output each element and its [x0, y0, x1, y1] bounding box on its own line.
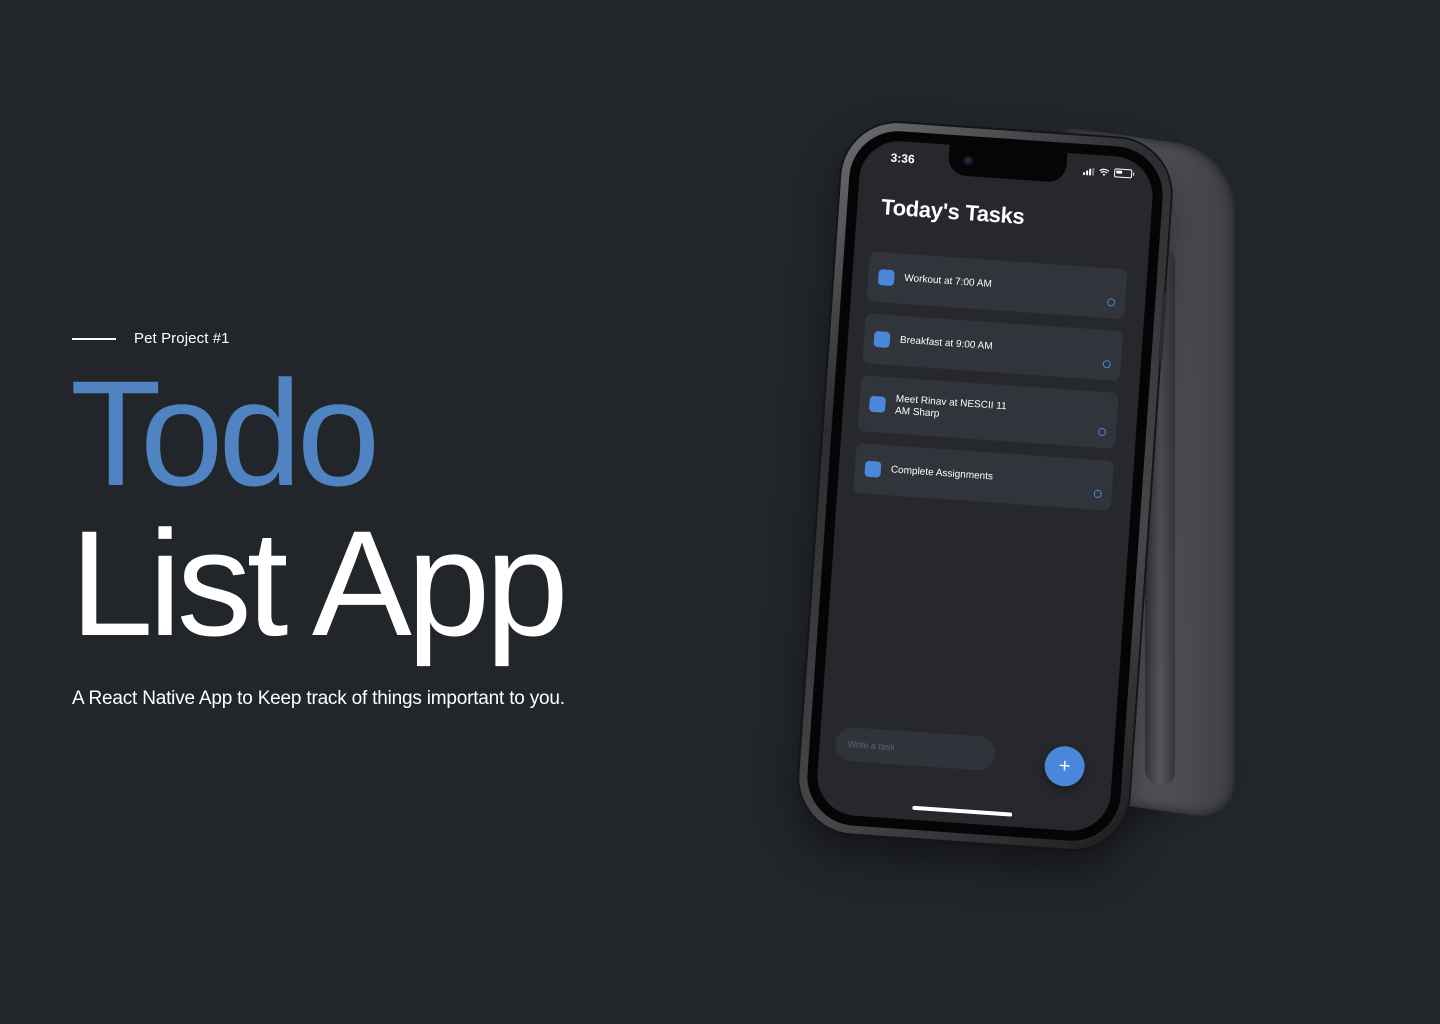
status-time: 3:36 — [890, 150, 916, 167]
phone-screen: 3:36 Today's Tasks Workout at 7:00 AM Br… — [814, 138, 1156, 834]
task-list: Workout at 7:00 AM Breakfast at 9:00 AM … — [853, 251, 1128, 511]
task-item[interactable]: Complete Assignments — [853, 442, 1115, 511]
phone-front: 3:36 Today's Tasks Workout at 7:00 AM Br… — [795, 119, 1175, 853]
task-item[interactable]: Breakfast at 9:00 AM — [862, 313, 1124, 382]
task-status-circle-icon[interactable] — [1102, 359, 1112, 369]
eyebrow: Pet Project #1 — [72, 330, 230, 347]
wifi-icon — [1099, 168, 1110, 176]
screen-title: Today's Tasks — [880, 194, 1026, 230]
task-status-circle-icon[interactable] — [1106, 298, 1116, 307]
task-checkbox[interactable] — [868, 395, 886, 413]
task-checkbox[interactable] — [877, 269, 895, 287]
hero-subtitle: A React Native App to Keep track of thin… — [72, 688, 565, 709]
hero-title: List App — [70, 499, 569, 667]
camera-icon — [962, 154, 975, 167]
status-icons — [1082, 166, 1133, 179]
phone-mockup: 3:36 Today's Tasks Workout at 7:00 AM Br… — [760, 105, 1280, 905]
task-status-circle-icon[interactable] — [1097, 427, 1107, 437]
task-status-circle-icon[interactable] — [1093, 489, 1102, 499]
signal-icon — [1082, 167, 1095, 176]
task-label: Complete Assignments — [890, 464, 994, 483]
hero-title-accent: Todo — [70, 349, 380, 517]
battery-icon — [1113, 168, 1133, 179]
task-item[interactable]: Meet Rinav at NESCII 11 AM Sharp — [857, 375, 1119, 449]
eyebrow-divider — [72, 337, 116, 340]
eyebrow-label: Pet Project #1 — [134, 330, 230, 347]
task-item[interactable]: Workout at 7:00 AM — [866, 251, 1128, 320]
task-checkbox[interactable] — [864, 460, 882, 478]
add-task-button[interactable]: + — [1043, 744, 1086, 788]
home-indicator — [912, 805, 1013, 817]
task-label: Meet Rinav at NESCII 11 AM Sharp — [894, 393, 1007, 420]
task-checkbox[interactable] — [873, 330, 891, 348]
task-label: Workout at 7:00 AM — [903, 272, 993, 290]
task-label: Breakfast at 9:00 AM — [899, 334, 993, 353]
write-task-input[interactable] — [834, 726, 997, 772]
